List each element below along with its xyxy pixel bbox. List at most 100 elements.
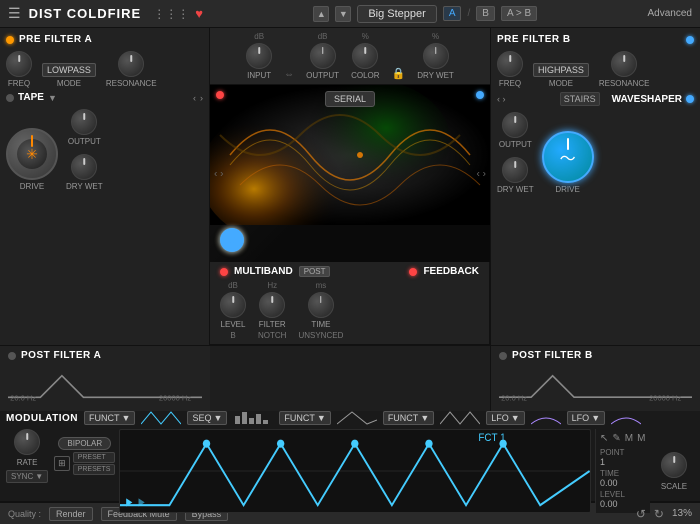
point-label: POINT xyxy=(600,448,624,457)
pre-filter-b-led[interactable] xyxy=(686,36,694,44)
m-icon[interactable]: M xyxy=(637,433,645,444)
ab-a-btn[interactable]: A xyxy=(443,6,462,21)
pencil-icon[interactable]: ✎ xyxy=(612,433,620,444)
post-filter-center-spacer xyxy=(210,346,490,411)
ptl-level-label: LEVEL xyxy=(600,490,625,499)
pre-filter-a-knobs: FREQ LOWPASS MODE RESONANCE xyxy=(6,51,203,88)
post-filter-b-panel: POST FILTER B 20.0 Hz 20000 Hz xyxy=(490,346,700,411)
tape-knobs: ✳ DRIVE OUTPUT DRY WET xyxy=(6,109,203,191)
ptl-time-value: 0.00 xyxy=(600,478,618,488)
presets-btn[interactable]: PRESETS xyxy=(73,464,116,475)
tape-drive-knob[interactable]: ✳ xyxy=(6,128,58,180)
resonance-b-knob[interactable] xyxy=(611,51,637,77)
prev-preset-btn[interactable]: ▲ xyxy=(313,6,329,22)
mod-rate-row: RATE SYNC▼ BIPOLAR ⊞ PRESET PRESETS xyxy=(6,429,115,483)
mod-header: MODULATION FUNCT▼ SEQ▼ FUNCT▼ FUNCT▼ xyxy=(6,410,694,426)
post-filter-b-title: POST FILTER B xyxy=(512,350,593,361)
undo-icon[interactable]: ↺ xyxy=(636,507,646,521)
mb-level-knob[interactable] xyxy=(220,292,246,318)
wave-icon[interactable]: M xyxy=(625,433,633,444)
mod-col1-select[interactable]: FUNCT▼ xyxy=(84,411,135,425)
tape-drive-label: DRIVE xyxy=(20,182,44,191)
master-output-knob[interactable] xyxy=(310,43,336,69)
ws-drywet-group: DRY WET xyxy=(497,157,534,194)
mb-time-knob[interactable] xyxy=(308,292,334,318)
lock-icon[interactable]: 🔒 xyxy=(392,67,406,80)
scale-knob[interactable] xyxy=(661,452,687,478)
tape-output-knob[interactable] xyxy=(71,109,97,135)
render-btn[interactable]: Render xyxy=(49,507,93,521)
preset-name[interactable]: Big Stepper xyxy=(357,5,436,23)
post-filter-a-led[interactable] xyxy=(8,352,16,360)
mb-filter-knob[interactable] xyxy=(259,292,285,318)
feedback-led[interactable] xyxy=(409,268,417,276)
ab-atob-btn[interactable]: A > B xyxy=(501,6,537,21)
mb-level-group: dB LEVEL B xyxy=(220,281,246,340)
waveshaper-led[interactable] xyxy=(686,95,694,103)
tape-dropdown-icon[interactable]: ▼ xyxy=(48,93,57,103)
multiband-post-badge[interactable]: POST xyxy=(299,266,331,277)
mod-bipolar-area: BIPOLAR ⊞ PRESET PRESETS xyxy=(54,437,115,475)
mode-b-select[interactable]: HIGHPASS xyxy=(533,63,589,77)
post-filter-a-curve: 20.0 Hz 20000 Hz xyxy=(8,369,202,404)
link-icon: ⇔ xyxy=(284,69,294,80)
rate-knob[interactable] xyxy=(14,429,40,455)
ws-drive-label: DRIVE xyxy=(555,185,579,194)
ws-drywet-knob[interactable] xyxy=(502,157,528,183)
tape-left-arrow[interactable]: ‹ xyxy=(193,93,196,103)
mod-col3-select[interactable]: FUNCT▼ xyxy=(279,411,330,425)
master-color-knob[interactable] xyxy=(352,43,378,69)
fx-led-red xyxy=(216,91,224,99)
multiband-led[interactable] xyxy=(220,268,228,276)
fx-right-arrows[interactable]: ‹ › xyxy=(477,168,486,179)
mod-col4-select[interactable]: FUNCT▼ xyxy=(383,411,434,425)
mb-filter-sub: NOTCH xyxy=(258,331,286,340)
stairs-select[interactable]: STAIRS xyxy=(560,92,600,106)
advanced-btn[interactable]: Advanced xyxy=(648,8,692,19)
master-drywet-group: % DRY WET xyxy=(417,32,454,80)
resonance-b-label: RESONANCE xyxy=(599,79,650,88)
ws-output-knob[interactable] xyxy=(502,112,528,138)
tape-drywet-knob[interactable] xyxy=(71,154,97,180)
cursor-icon[interactable]: ↖ xyxy=(600,433,608,444)
mod-col6-select[interactable]: LFO▼ xyxy=(567,411,605,425)
heart-icon[interactable]: ♥ xyxy=(195,6,203,21)
top-bar-icons: ⋮⋮⋮ ♥ xyxy=(153,6,203,21)
preset-btns: PRESET PRESETS xyxy=(73,452,116,475)
pre-filter-a-title: PRE FILTER A xyxy=(19,34,92,45)
main-layout: PRE FILTER A FREQ LOWPASS MODE RESONANCE… xyxy=(0,28,700,346)
multiband-panel: MULTIBAND POST FEEDBACK dB LEVEL B Hz xyxy=(210,262,490,344)
hamburger-icon[interactable]: ☰ xyxy=(8,5,21,22)
mod-title: MODULATION xyxy=(6,413,78,424)
mod-col2-select[interactable]: SEQ▼ xyxy=(187,411,227,425)
pre-filter-a-led[interactable] xyxy=(6,36,14,44)
master-input-knob[interactable] xyxy=(246,43,272,69)
fx-left-arrows[interactable]: ‹ › xyxy=(214,168,223,179)
point-value: 1 xyxy=(600,457,605,467)
ws-drive-knob[interactable]: 〜 xyxy=(542,131,594,183)
serial-select[interactable]: SERIAL xyxy=(325,91,375,107)
freq-a-group: FREQ xyxy=(6,51,32,88)
redo-icon[interactable]: ↻ xyxy=(654,507,664,521)
ptl-icons: ↖ ✎ M M xyxy=(600,433,646,444)
post-filter-b-led[interactable] xyxy=(499,352,507,360)
tape-led[interactable] xyxy=(6,94,14,102)
ws-left-arrow[interactable]: ‹ › xyxy=(497,94,506,104)
next-preset-btn[interactable]: ▼ xyxy=(335,6,351,22)
waveshaper-title: WAVESHAPER xyxy=(612,94,682,105)
mode-a-select[interactable]: LOWPASS xyxy=(42,63,96,77)
mb-filter-label: FILTER xyxy=(259,320,286,329)
master-drywet-knob[interactable] xyxy=(423,43,449,69)
freq-a-knob[interactable] xyxy=(6,51,32,77)
power-btn-right[interactable]: ⏻ xyxy=(220,228,244,252)
bipolar-btn[interactable]: BIPOLAR xyxy=(58,437,111,450)
sync-btn[interactable]: SYNC▼ xyxy=(6,470,48,483)
preset-btn[interactable]: PRESET xyxy=(73,452,116,463)
ab-b-btn[interactable]: B xyxy=(476,6,495,21)
tape-right-arrow[interactable]: › xyxy=(200,93,203,103)
resonance-a-knob[interactable] xyxy=(118,51,144,77)
post-filter-a-header: POST FILTER A xyxy=(8,350,202,361)
freq-b-knob[interactable] xyxy=(497,51,523,77)
preset-row: ⊞ PRESET PRESETS xyxy=(54,452,115,475)
mod-col5-select[interactable]: LFO▼ xyxy=(486,411,524,425)
